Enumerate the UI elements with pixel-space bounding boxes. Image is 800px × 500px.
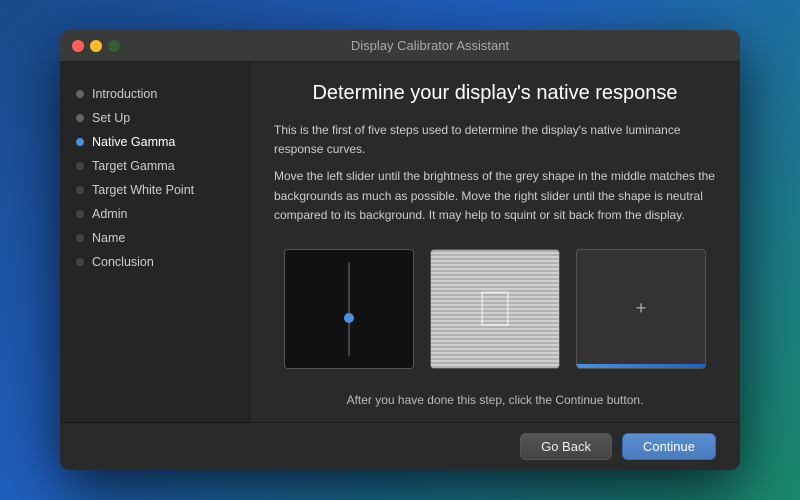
main-content: Determine your display's native response… xyxy=(250,62,740,422)
go-back-button[interactable]: Go Back xyxy=(520,433,612,460)
dot-icon xyxy=(76,138,84,146)
description-1: This is the first of five steps used to … xyxy=(274,121,716,159)
sidebar-label: Target White Point xyxy=(92,183,194,197)
dot-icon xyxy=(76,258,84,266)
content-area: Introduction Set Up Native Gamma Target … xyxy=(60,62,740,422)
dot-icon xyxy=(76,186,84,194)
sidebar-item-conclusion[interactable]: Conclusion xyxy=(60,250,249,274)
close-button[interactable] xyxy=(72,40,84,52)
plus-icon: + xyxy=(636,298,647,319)
panels-row:  + xyxy=(274,249,716,369)
middle-panel:  xyxy=(430,249,560,369)
sidebar-label: Admin xyxy=(92,207,127,221)
description-2: Move the left slider until the brightnes… xyxy=(274,167,716,225)
titlebar: Display Calibrator Assistant xyxy=(60,30,740,62)
page-title: Determine your display's native response xyxy=(274,82,716,105)
left-slider-track xyxy=(348,262,350,356)
left-slider-container xyxy=(285,250,413,368)
sidebar-item-admin[interactable]: Admin xyxy=(60,202,249,226)
sidebar-label: Set Up xyxy=(92,111,130,125)
sidebar-label: Native Gamma xyxy=(92,135,175,149)
sidebar-label: Introduction xyxy=(92,87,157,101)
sidebar-item-target-white-point[interactable]: Target White Point xyxy=(60,178,249,202)
sidebar-item-introduction[interactable]: Introduction xyxy=(60,82,249,106)
dot-icon xyxy=(76,234,84,242)
sidebar-item-setup[interactable]: Set Up xyxy=(60,106,249,130)
footer: Go Back Continue xyxy=(60,422,740,470)
left-panel[interactable] xyxy=(284,249,414,369)
sidebar-label: Target Gamma xyxy=(92,159,175,173)
bottom-instruction: After you have done this step, click the… xyxy=(274,385,716,415)
window-title: Display Calibrator Assistant xyxy=(132,38,728,53)
sidebar-label: Name xyxy=(92,231,125,245)
minimize-button[interactable] xyxy=(90,40,102,52)
dot-icon xyxy=(76,114,84,122)
sidebar: Introduction Set Up Native Gamma Target … xyxy=(60,62,250,422)
dot-icon xyxy=(76,210,84,218)
left-slider-handle[interactable] xyxy=(344,313,354,323)
continue-button[interactable]: Continue xyxy=(622,433,716,460)
sidebar-item-name[interactable]: Name xyxy=(60,226,249,250)
right-panel[interactable]: + xyxy=(576,249,706,369)
maximize-button[interactable] xyxy=(108,40,120,52)
dot-icon xyxy=(76,162,84,170)
sidebar-label: Conclusion xyxy=(92,255,154,269)
dot-icon xyxy=(76,90,84,98)
apple-logo-icon:  xyxy=(476,284,514,334)
sidebar-item-target-gamma[interactable]: Target Gamma xyxy=(60,154,249,178)
sidebar-item-native-gamma[interactable]: Native Gamma xyxy=(60,130,249,154)
main-window: Display Calibrator Assistant Introductio… xyxy=(60,30,740,470)
traffic-lights xyxy=(72,40,120,52)
